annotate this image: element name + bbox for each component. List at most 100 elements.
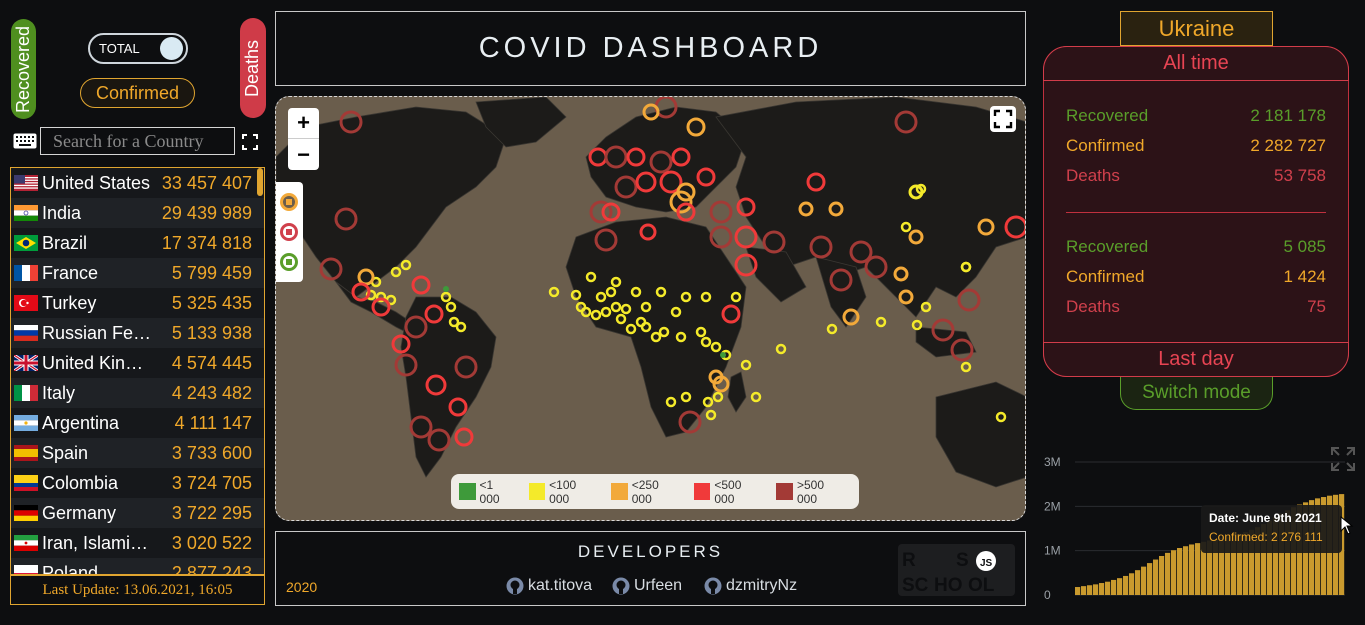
- map-marker[interactable]: [775, 343, 787, 355]
- country-row[interactable]: Colombia 3 724 705: [11, 468, 264, 498]
- chart-bar[interactable]: [1159, 555, 1165, 595]
- chart-bar[interactable]: [1075, 587, 1081, 595]
- country-row[interactable]: United Kingdom 4 574 445: [11, 348, 264, 378]
- map-marker[interactable]: [709, 200, 733, 224]
- legend-swatch: [776, 483, 793, 500]
- developer-link[interactable]: dzmitryNz: [704, 577, 797, 595]
- developer-link[interactable]: Urfeen: [612, 577, 682, 595]
- tooltip-date: Date: June 9th 2021: [1209, 511, 1322, 525]
- country-row[interactable]: Germany 3 722 295: [11, 498, 264, 528]
- map-marker[interactable]: [712, 391, 724, 403]
- layer-confirmed-icon[interactable]: [280, 193, 298, 211]
- country-value: 2 877 243: [171, 562, 252, 575]
- map-marker[interactable]: [960, 361, 972, 373]
- chart-bar[interactable]: [1099, 583, 1105, 595]
- zoom-in-button[interactable]: +: [288, 108, 319, 139]
- country-name: Poland: [42, 562, 99, 575]
- map-marker[interactable]: [720, 352, 726, 358]
- recovered-filter-button[interactable]: Recovered: [11, 19, 36, 119]
- map-marker[interactable]: [411, 275, 431, 295]
- chart-bar[interactable]: [1135, 570, 1141, 595]
- legend-item: <250 000: [611, 478, 681, 506]
- country-row[interactable]: United States 33 457 407: [11, 168, 264, 198]
- fullscreen-icon[interactable]: [990, 106, 1016, 132]
- country-row[interactable]: Turkey 5 325 435: [11, 288, 264, 318]
- map-marker[interactable]: [740, 359, 752, 371]
- country-name: Brazil: [42, 232, 88, 253]
- chart-bar[interactable]: [1129, 573, 1135, 595]
- layer-control: [276, 182, 303, 282]
- country-row[interactable]: Brazil 17 374 818: [11, 228, 264, 258]
- layer-deaths-icon[interactable]: [280, 223, 298, 241]
- developer-name: kat.titova: [528, 577, 593, 594]
- chart-bar[interactable]: [1093, 584, 1099, 595]
- country-row[interactable]: France 5 799 459: [11, 258, 264, 288]
- total-toggle[interactable]: TOTAL: [88, 33, 188, 64]
- map-marker[interactable]: [750, 391, 762, 403]
- chart-ytick-label: 1M: [1044, 544, 1061, 558]
- confirmed-filter-button[interactable]: Confirmed: [80, 78, 195, 108]
- country-list-scrollbar[interactable]: [257, 168, 263, 196]
- chart-bar[interactable]: [1141, 566, 1147, 595]
- stats-divider: [1066, 212, 1326, 213]
- map-marker[interactable]: [400, 259, 412, 271]
- chart-bar[interactable]: [1111, 579, 1117, 595]
- chart-bar[interactable]: [1081, 586, 1087, 595]
- country-row[interactable]: Iran, Islamic Republic of 3 020 522: [11, 528, 264, 558]
- map-marker[interactable]: [390, 266, 402, 278]
- developer-name: Urfeen: [634, 577, 683, 594]
- chart-bar[interactable]: [1105, 581, 1111, 595]
- chart-expand-icon[interactable]: [1330, 446, 1356, 472]
- chart-bar[interactable]: [1171, 550, 1177, 595]
- chart-bar[interactable]: [1165, 552, 1171, 595]
- legend-item: >500 000: [776, 478, 846, 506]
- map-marker[interactable]: [734, 225, 758, 249]
- country-row[interactable]: India 29 439 989: [11, 198, 264, 228]
- country-search-input[interactable]: [40, 127, 235, 155]
- layer-recovered-icon[interactable]: [280, 253, 298, 271]
- deaths-filter-button[interactable]: Deaths: [240, 18, 266, 118]
- chart-bar[interactable]: [1123, 575, 1129, 595]
- expand-icon[interactable]: [242, 134, 258, 150]
- map-marker[interactable]: [957, 288, 981, 312]
- country-row[interactable]: Spain 3 733 600: [11, 438, 264, 468]
- switch-mode-button[interactable]: Switch mode: [1120, 377, 1273, 410]
- map-marker[interactable]: [911, 319, 923, 331]
- world-map[interactable]: [275, 96, 1026, 521]
- country-name: Italy: [42, 382, 76, 403]
- map-marker[interactable]: [443, 286, 449, 292]
- map-marker[interactable]: [705, 409, 717, 421]
- chart-bar[interactable]: [1153, 559, 1159, 595]
- period-all-time-button[interactable]: All time: [1043, 46, 1349, 81]
- country-row[interactable]: Russian Federation 5 133 938: [11, 318, 264, 348]
- keyboard-icon[interactable]: [13, 133, 37, 149]
- country-row[interactable]: Argentina 4 111 147: [11, 408, 264, 438]
- map-marker[interactable]: [826, 323, 838, 335]
- toggle-knob[interactable]: [160, 37, 183, 60]
- total-toggle-label: TOTAL: [99, 41, 140, 56]
- country-row[interactable]: Poland 2 877 243: [11, 558, 264, 575]
- map-marker[interactable]: [548, 286, 560, 298]
- chart-bar[interactable]: [1195, 543, 1201, 595]
- flag-icon: [14, 355, 38, 371]
- country-value: 5 799 459: [171, 262, 252, 283]
- map-marker[interactable]: [709, 225, 733, 249]
- map-marker[interactable]: [920, 301, 932, 313]
- zoom-out-button[interactable]: −: [288, 139, 319, 170]
- stat-recovered-total: Recovered 2 181 178: [1066, 106, 1326, 125]
- rs-school-logo[interactable]: R S SC HO OL JS: [898, 544, 1015, 596]
- country-value: 5 325 435: [171, 292, 252, 313]
- chart-bar[interactable]: [1147, 563, 1153, 595]
- chart-bar[interactable]: [1087, 585, 1093, 595]
- chart-bar[interactable]: [1189, 544, 1195, 595]
- chart-bar[interactable]: [1117, 578, 1123, 595]
- legend-swatch: [528, 483, 546, 500]
- developer-link[interactable]: kat.titova: [506, 577, 592, 595]
- chart-bar[interactable]: [1177, 548, 1183, 595]
- flag-icon: [14, 265, 38, 281]
- country-row[interactable]: Italy 4 243 482: [11, 378, 264, 408]
- map-marker[interactable]: [875, 316, 887, 328]
- chart-bar[interactable]: [1183, 546, 1189, 595]
- period-last-day-button[interactable]: Last day: [1043, 342, 1349, 377]
- map-marker[interactable]: [454, 427, 474, 447]
